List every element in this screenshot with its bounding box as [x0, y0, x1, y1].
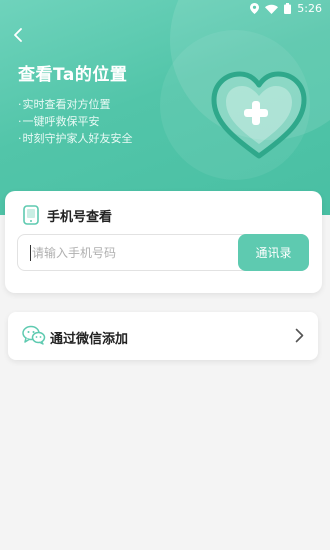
- feature-list: 实时查看对方位置 一键呼救保平安 时刻守护家人好友安全: [18, 96, 133, 147]
- contacts-button[interactable]: 通讯录: [238, 234, 309, 271]
- heart-plus-illustration: [211, 71, 307, 159]
- phone-number-input[interactable]: [18, 235, 238, 270]
- location-icon: [250, 3, 260, 14]
- phone-search-label: 手机号查看: [47, 209, 113, 225]
- feature-item: 一键呼救保平安: [18, 113, 133, 130]
- phone-search-card: 手机号查看 通讯录: [5, 191, 322, 293]
- wechat-add-card[interactable]: 通过微信添加: [8, 312, 318, 360]
- status-bar: 5:26: [0, 0, 330, 18]
- back-button[interactable]: [8, 24, 28, 46]
- feature-item: 实时查看对方位置: [18, 96, 133, 113]
- header-banner: 5:26 查看Ta的位置 实时查看对方位置 一键呼救保平安 时刻守护家人好友安全: [0, 0, 330, 215]
- wechat-icon: [22, 325, 46, 345]
- wechat-add-label: 通过微信添加: [50, 332, 129, 347]
- phone-input-box: 通讯录: [17, 234, 309, 271]
- chevron-right-icon: [295, 328, 304, 343]
- chevron-left-icon: [14, 28, 22, 42]
- status-icons: 5:26: [250, 2, 322, 15]
- phone-search-header: 手机号查看: [23, 205, 112, 225]
- battery-icon: [284, 3, 292, 14]
- phone-icon: [23, 205, 39, 225]
- status-time: 5:26: [297, 2, 322, 15]
- page-title: 查看Ta的位置: [18, 65, 128, 85]
- feature-item: 时刻守护家人好友安全: [18, 130, 133, 147]
- wifi-icon: [265, 4, 279, 14]
